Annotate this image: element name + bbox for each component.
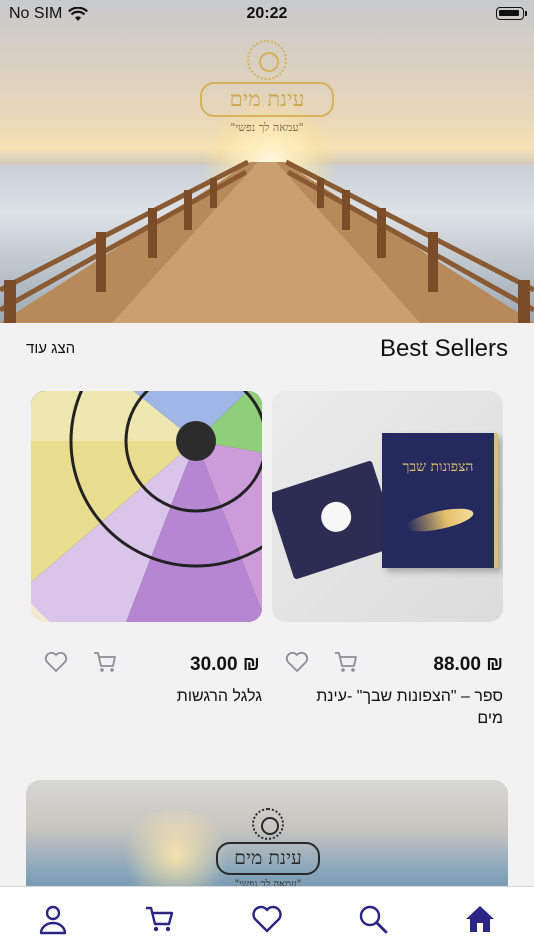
status-bar: No SIM 20:22 (0, 0, 534, 28)
envelope-image (272, 460, 400, 580)
product-image-book[interactable]: הצפונות שבך (272, 391, 503, 622)
cart-icon[interactable] (144, 903, 176, 935)
envelope-seal (317, 497, 356, 536)
feather-image (404, 504, 476, 536)
status-time: 20:22 (246, 5, 288, 22)
emotion-wheel-image (31, 391, 262, 622)
banner-logo: עינת מים "עמאה לך נפשי" (216, 808, 320, 890)
product-price: ₪ 88.00 (433, 654, 503, 675)
logo-title: עינת מים (200, 82, 334, 117)
hero-logo: עינת מים "עמאה לך נפשי" (200, 40, 334, 134)
heart-icon[interactable] (251, 903, 283, 935)
cart-outline-icon[interactable] (92, 649, 118, 675)
hero-bridge (0, 159, 534, 323)
heart-outline-icon[interactable] (43, 649, 69, 675)
home-icon[interactable] (464, 903, 496, 935)
logo-emblem (247, 40, 287, 80)
product-price: ₪ 30.00 (190, 654, 260, 675)
tab-bar (0, 886, 534, 950)
book-image: הצפונות שבך (382, 433, 498, 568)
heart-outline-icon[interactable] (284, 649, 310, 675)
best-sellers-header: Best Sellers הצג עוד (0, 323, 534, 383)
product-name[interactable]: גלגל הרגשות (42, 686, 262, 708)
logo-tagline: "עמאה לך נפשי" (230, 121, 304, 134)
section-title: Best Sellers (379, 335, 508, 362)
product-name[interactable]: ספר – "הצפונות שבך" -עינת מים (293, 686, 503, 730)
product-image-wheel[interactable] (31, 391, 262, 622)
hero-banner: עינת מים "עמאה לך נפשי" (0, 0, 534, 323)
logo-emblem (252, 808, 284, 840)
logo-title: עינת מים (216, 842, 320, 875)
battery-icon (496, 7, 527, 20)
promo-banner[interactable]: עינת מים "עמאה לך נפשי" (26, 780, 508, 900)
search-icon[interactable] (357, 903, 389, 935)
show-more-link[interactable]: הצג עוד (26, 340, 75, 357)
book-cover-title: הצפונות שבך (402, 459, 474, 475)
user-icon[interactable] (37, 903, 69, 935)
cart-outline-icon[interactable] (333, 649, 359, 675)
